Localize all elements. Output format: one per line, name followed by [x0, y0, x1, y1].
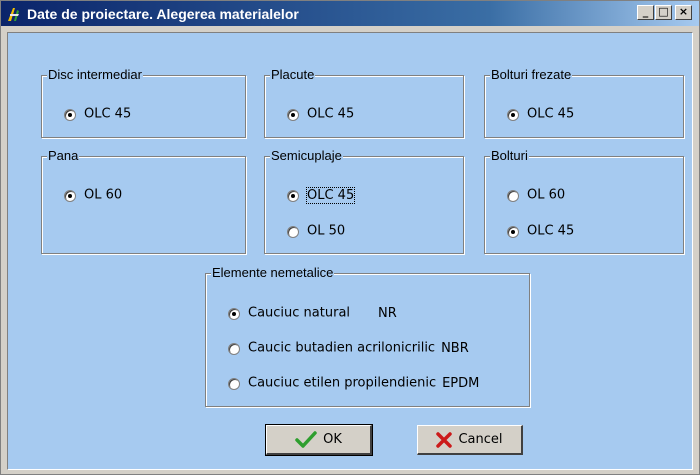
radio-indicator: [228, 307, 240, 320]
material-code: EPDM: [442, 375, 480, 391]
group-placute: Placute OLC 45: [264, 67, 464, 138]
dialog-window: Date de proiectare. Alegerea materialelo…: [0, 0, 700, 475]
material-code: NBR: [441, 340, 469, 356]
radio-label: OLC 45: [527, 106, 575, 122]
group-label: Bolturi frezate: [490, 67, 573, 82]
group-label: Pana: [47, 148, 80, 163]
group-label: Bolturi: [490, 148, 529, 163]
title-bar[interactable]: Date de proiectare. Alegerea materialelo…: [1, 1, 699, 26]
x-icon: [436, 431, 453, 448]
window-title: Date de proiectare. Alegerea materialelo…: [27, 6, 299, 22]
ok-button[interactable]: OK: [265, 424, 373, 456]
group-semicuplaje: Semicuplaje OLC 45 OL 50: [264, 148, 464, 254]
radio-indicator: [287, 108, 299, 121]
radio-label: OLC 45: [305, 186, 356, 204]
ok-label: OK: [323, 432, 342, 447]
minimize-button[interactable]: _: [637, 5, 654, 20]
radio-indicator: [64, 189, 76, 202]
group-label: Disc intermediar: [47, 67, 143, 82]
cancel-label: Cancel: [458, 432, 503, 447]
radio-pana-ol60[interactable]: OL 60: [64, 187, 122, 203]
radio-label: OLC 45: [84, 106, 132, 122]
radio-placute-olc45[interactable]: OLC 45: [287, 106, 354, 122]
group-elemente-nemetalice: Elemente nemetalice Cauciuc natural NR Ca…: [205, 265, 530, 407]
group-bolturi: Bolturi OL 60 OLC 45: [484, 148, 684, 254]
radio-label: Cauciuc natural: [248, 305, 351, 321]
radio-indicator: [64, 108, 76, 121]
radio-indicator: [228, 377, 240, 390]
radio-bolturi-ol60[interactable]: OL 60: [507, 187, 565, 203]
radio-indicator: [507, 225, 519, 238]
group-label: Placute: [270, 67, 316, 82]
group-pana: Pana OL 60: [41, 148, 246, 254]
radio-label: OL 50: [307, 223, 346, 239]
radio-bolturi-frezate-olc45[interactable]: OLC 45: [507, 106, 574, 122]
radio-disc-olc45[interactable]: OLC 45: [64, 106, 131, 122]
maximize-button[interactable]: □: [655, 5, 672, 20]
group-label: Semicuplaje: [270, 148, 343, 163]
radio-label: OL 60: [527, 187, 566, 203]
checkmark-icon: [295, 430, 317, 448]
radio-indicator: [287, 189, 299, 202]
radio-label: OLC 45: [307, 106, 355, 122]
material-code: NR: [378, 305, 397, 321]
radio-semicuplaje-ol50[interactable]: OL 50: [287, 223, 345, 239]
radio-label: Cauciuc etilen propilendienic: [248, 375, 437, 391]
group-bolturi-frezate: Bolturi frezate OLC 45: [484, 67, 684, 138]
radio-indicator: [287, 225, 299, 238]
radio-label: OLC 45: [527, 223, 575, 239]
group-disc-intermediar: Disc intermediar OLC 45: [41, 67, 246, 138]
radio-indicator: [507, 108, 519, 121]
cancel-button[interactable]: Cancel: [417, 425, 523, 455]
app-icon: [8, 8, 19, 21]
radio-cauciuc-etilen[interactable]: Cauciuc etilen propilendienic EPDM: [228, 375, 479, 391]
radio-cauciuc-natural[interactable]: Cauciuc natural NR: [228, 305, 397, 321]
radio-caucic-butadien[interactable]: Caucic butadien acrilonicrilic NBR: [228, 340, 469, 356]
radio-indicator: [228, 342, 240, 355]
radio-indicator: [507, 189, 519, 202]
dialog-client-area: Disc intermediar OLC 45 Placute OLC 45 B…: [7, 32, 693, 470]
radio-label: OL 60: [84, 187, 123, 203]
radio-label: Caucic butadien acrilonicrilic: [248, 340, 436, 356]
radio-bolturi-olc45[interactable]: OLC 45: [507, 223, 574, 239]
group-label: Elemente nemetalice: [211, 265, 335, 280]
close-button[interactable]: ×: [675, 5, 692, 20]
radio-semicuplaje-olc45[interactable]: OLC 45: [287, 186, 356, 204]
